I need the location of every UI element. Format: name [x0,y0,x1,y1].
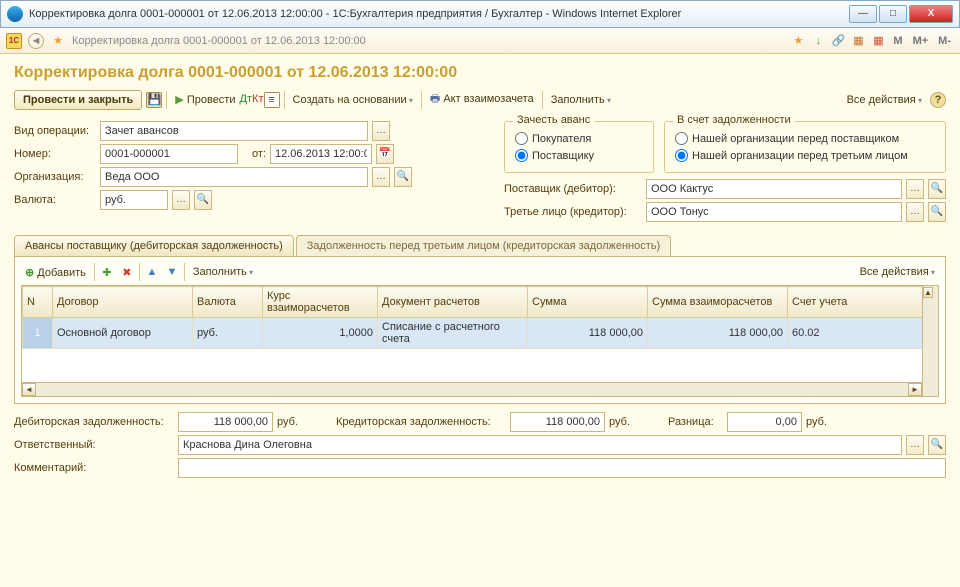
document-icon[interactable]: ≡ [264,92,280,108]
col-rate[interactable]: Курс взаиморасчетов [263,287,378,318]
col-sum[interactable]: Сумма [528,287,648,318]
advance-buyer-radio[interactable]: Покупателя [515,132,643,145]
col-acc[interactable]: Счет учета [788,287,938,318]
currency-label: Валюта: [14,194,96,206]
history-icon[interactable]: ↓ [810,33,826,49]
nav-back-icon[interactable]: ◄ [28,33,44,49]
tab-debt-third[interactable]: Задолженность перед третьим лицом (креди… [296,235,671,256]
calc-icon[interactable]: ▦ [850,33,866,49]
supplier-select-button[interactable]: … [906,179,924,199]
app-toolbar: 1C ◄ ★ Корректировка долга 0001-000001 о… [0,28,960,54]
org-select-button[interactable]: … [372,167,390,187]
post-button[interactable]: ▶ Провести [171,91,239,108]
calendar-icon[interactable]: ▦ [870,33,886,49]
resp-label: Ответственный: [14,439,174,451]
window-titlebar: Корректировка долга 0001-000001 от 12.06… [0,0,960,28]
close-button[interactable]: X [909,5,953,23]
copy-row-icon[interactable]: ✚ [99,264,115,280]
debt-fieldset: В счет задолженности Нашей организации п… [664,121,946,173]
diff-label: Разница: [668,416,723,428]
deb-label: Дебиторская задолженность: [14,416,174,428]
grid-hscrollbar[interactable]: ◄► [22,382,922,396]
col-contract[interactable]: Договор [53,287,193,318]
page-title: Корректировка долга 0001-000001 от 12.06… [14,64,946,82]
cred-input[interactable] [510,412,605,432]
from-label: от: [242,148,266,160]
grid-vscrollbar[interactable]: ▲ [922,286,938,396]
move-up-icon[interactable]: ▲ [144,264,160,280]
fill-dropdown[interactable]: Заполнить [547,92,615,108]
currency-input[interactable] [100,190,168,210]
col-doc[interactable]: Документ расчетов [378,287,528,318]
dtkt-icon[interactable]: ДтКт [244,92,260,108]
currency-open-button[interactable]: 🔍 [194,190,212,210]
main-toolbar: Провести и закрыть 💾 ▶ Провести ДтКт ≡ С… [14,88,946,111]
mminus-button[interactable]: M- [935,35,954,47]
act-button[interactable]: 🖶 Акт взаимозачета [426,88,538,111]
fav-icon[interactable]: ★ [790,33,806,49]
app-logo-icon: 1C [6,33,22,49]
move-down-icon[interactable]: ▼ [164,264,180,280]
create-based-dropdown[interactable]: Создать на основании [289,92,417,108]
number-label: Номер: [14,148,96,160]
all-actions-dropdown[interactable]: Все действия [843,92,926,108]
favorite-star-icon[interactable]: ★ [50,33,66,49]
advances-grid[interactable]: N Договор Валюта Курс взаиморасчетов Док… [21,285,939,397]
maximize-button[interactable]: □ [879,5,907,23]
minimize-button[interactable]: — [849,5,877,23]
debt-legend: В счет задолженности [673,114,795,126]
comment-input[interactable] [178,458,946,478]
col-currency[interactable]: Валюта [193,287,263,318]
col-n[interactable]: N [23,287,53,318]
diff-input[interactable] [727,412,802,432]
op-type-select-button[interactable]: … [372,121,390,141]
currency-select-button[interactable]: … [172,190,190,210]
resp-open-button[interactable]: 🔍 [928,435,946,455]
third-open-button[interactable]: 🔍 [928,202,946,222]
m-button[interactable]: M [890,35,905,47]
date-input[interactable] [270,144,372,164]
tab-advances[interactable]: Авансы поставщику (дебиторская задолженн… [14,235,294,256]
ie-icon [7,6,23,22]
org-label: Организация: [14,171,96,183]
col-sum2[interactable]: Сумма взаиморасчетов [648,287,788,318]
link-icon[interactable]: 🔗 [830,33,846,49]
table-row[interactable]: 1 Основной договор руб. 1,0000 Списание … [23,318,938,349]
date-picker-button[interactable]: 📅 [376,144,394,164]
tab-pane: ⊕ Добавить ✚ ✖ ▲ ▼ Заполнить Все действи… [14,256,946,404]
deb-input[interactable] [178,412,273,432]
third-input[interactable] [646,202,902,222]
advance-fieldset: Зачесть аванс Покупателя Поставщику [504,121,654,173]
advance-supplier-radio[interactable]: Поставщику [515,149,643,162]
op-type-input[interactable] [100,121,368,141]
number-input[interactable] [100,144,238,164]
resp-input[interactable] [178,435,902,455]
content-area: Корректировка долга 0001-000001 от 12.06… [0,54,960,587]
org-input[interactable] [100,167,368,187]
cred-label: Кредиторская задолженность: [336,416,506,428]
add-row-button[interactable]: ⊕ Добавить [21,264,90,281]
tab-fill-dropdown[interactable]: Заполнить [189,264,257,280]
mplus-button[interactable]: M+ [910,35,932,47]
footer-form: Дебиторская задолженность: руб. Кредитор… [14,412,946,478]
third-select-button[interactable]: … [906,202,924,222]
help-icon[interactable]: ? [930,92,946,108]
debt-third-radio[interactable]: Нашей организации перед третьим лицом [675,149,935,162]
third-label: Третье лицо (кредитор): [504,206,642,218]
op-type-label: Вид операции: [14,125,96,137]
tab-all-actions-dropdown[interactable]: Все действия [856,264,939,280]
window-title: Корректировка долга 0001-000001 от 12.06… [29,8,843,20]
breadcrumb: Корректировка долга 0001-000001 от 12.06… [72,35,784,47]
org-open-button[interactable]: 🔍 [394,167,412,187]
post-close-button[interactable]: Провести и закрыть [14,90,142,110]
debt-supplier-radio[interactable]: Нашей организации перед поставщиком [675,132,935,145]
delete-row-icon[interactable]: ✖ [119,264,135,280]
supplier-input[interactable] [646,179,902,199]
resp-select-button[interactable]: … [906,435,924,455]
supplier-open-button[interactable]: 🔍 [928,179,946,199]
advance-legend: Зачесть аванс [513,114,594,126]
save-icon[interactable]: 💾 [146,92,162,108]
supplier-label: Поставщик (дебитор): [504,183,642,195]
comment-label: Комментарий: [14,462,174,474]
